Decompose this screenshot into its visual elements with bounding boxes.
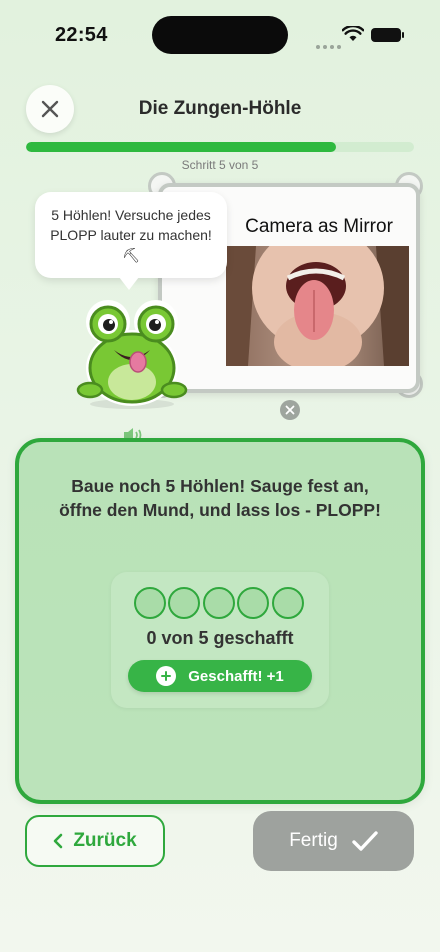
back-button-label: Zurück — [73, 830, 137, 851]
exercise-instruction: Baue noch 5 Höhlen! Sauge fest an, öffne… — [59, 476, 381, 520]
progress-circle — [237, 587, 270, 619]
wifi-icon — [342, 26, 364, 41]
done-plus-one-label: Geschafft! +1 — [188, 667, 284, 685]
close-icon — [285, 405, 295, 415]
progress-circle — [168, 587, 201, 619]
progress-counter-text: 0 von 5 geschafft — [146, 628, 294, 648]
status-time: 22:54 — [55, 24, 108, 46]
plus-icon — [156, 666, 177, 686]
progress-bar — [26, 142, 414, 152]
mascot-speech-bubble: 5 Höhlen! Versuche jedes PLOPP lauter zu… — [35, 192, 227, 290]
battery-icon — [371, 28, 404, 42]
camera-mirror-label: Camera as Mirror — [245, 216, 393, 237]
finish-button[interactable]: Fertig — [253, 811, 414, 871]
progress-circle — [134, 587, 166, 619]
progress-circle — [202, 587, 235, 619]
pickaxe-icon: ⛏ — [122, 247, 140, 264]
progress-circles — [134, 587, 306, 621]
status-bar: 22:54 — [0, 0, 440, 70]
step-indicator: Schritt 5 von 5 — [181, 158, 259, 172]
finish-button-label: Fertig — [289, 830, 338, 851]
page-title: Die Zungen-Höhle — [138, 98, 302, 119]
chevron-left-icon — [53, 833, 63, 849]
frog-mascot-icon — [76, 300, 188, 409]
progress-fill — [26, 142, 337, 152]
progress-circle — [271, 587, 304, 619]
camera-close-button[interactable] — [280, 400, 300, 420]
checkmark-icon — [352, 830, 378, 852]
cellular-signal-icon — [316, 36, 344, 54]
done-plus-one-button[interactable]: Geschafft! +1 — [128, 660, 312, 692]
camera-feed-image — [226, 246, 409, 366]
mascot-speech-text: 5 Höhlen! Versuche jedes PLOPP lauter zu… — [50, 206, 212, 243]
dynamic-island — [152, 16, 288, 54]
back-button[interactable]: Zurück — [25, 815, 165, 867]
